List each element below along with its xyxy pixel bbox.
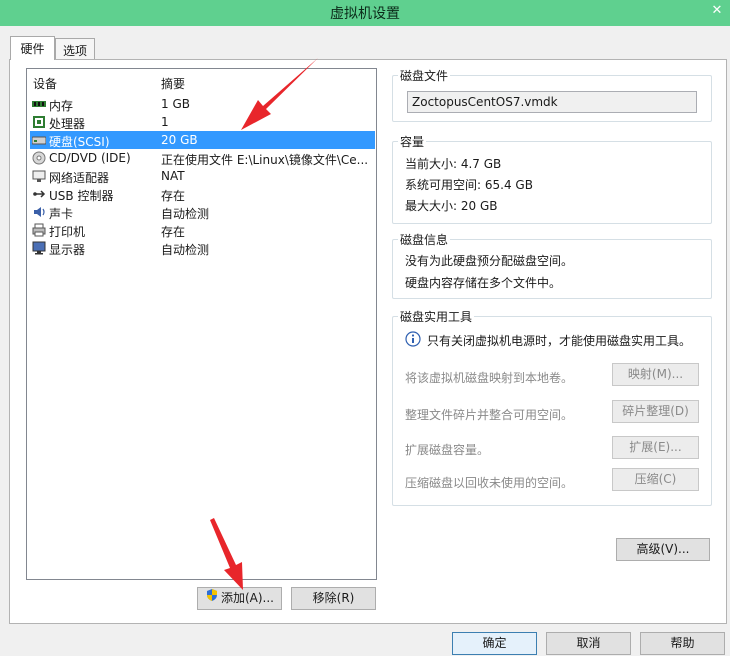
device-name: 显示器 <box>49 243 86 257</box>
device-summary: 1 GB <box>161 97 190 111</box>
disk-file-group: 磁盘文件 ZoctopusCentOS7.vmdk <box>392 67 712 122</box>
close-button[interactable]: ✕ <box>704 0 730 22</box>
tab-hardware[interactable]: 硬件 <box>10 36 55 60</box>
device-row-usb-controller[interactable]: USB 控制器 存在 <box>30 185 375 203</box>
device-summary: 正在使用文件 E:\Linux\镜像文件\Ce... <box>161 153 369 167</box>
device-name: 打印机 <box>49 225 86 239</box>
dialog-body: 硬件 选项 设备 摘要 内存 1 GB 处理器 1 硬盘(SCSI) 20 GB… <box>0 26 730 656</box>
disk-info-group: 磁盘信息 没有为此硬盘预分配磁盘空间。 硬盘内容存储在多个文件中。 <box>392 231 712 299</box>
device-row-cd-dvd[interactable]: CD/DVD (IDE) 正在使用文件 E:\Linux\镜像文件\Ce... <box>30 149 375 167</box>
device-summary: 存在 <box>161 189 186 203</box>
disk-file-path-field[interactable]: ZoctopusCentOS7.vmdk <box>407 91 697 113</box>
display-icon <box>32 241 46 255</box>
expand-disk-button[interactable]: 扩展(E)... <box>612 436 699 459</box>
disk-file-group-title: 磁盘文件 <box>398 67 451 84</box>
column-header-summary[interactable]: 摘要 <box>161 75 185 92</box>
device-list[interactable]: 设备 摘要 内存 1 GB 处理器 1 硬盘(SCSI) 20 GB CD/DV… <box>26 68 377 580</box>
device-name: 硬盘(SCSI) <box>49 135 110 149</box>
hardware-tab-panel: 设备 摘要 内存 1 GB 处理器 1 硬盘(SCSI) 20 GB CD/DV… <box>9 59 727 624</box>
device-name: USB 控制器 <box>49 189 114 203</box>
device-summary: 自动检测 <box>161 243 210 257</box>
remove-device-button[interactable]: 移除(R) <box>291 587 376 610</box>
defragment-label: 整理文件碎片并整合可用空间。 <box>405 408 574 422</box>
close-icon: ✕ <box>711 3 723 18</box>
uac-shield-icon <box>205 588 219 609</box>
processor-icon <box>32 115 46 129</box>
map-disk-button[interactable]: 映射(M)... <box>612 363 699 386</box>
compact-disk-button[interactable]: 压缩(C) <box>612 468 699 491</box>
system-free-space-text: 系统可用空间: 65.4 GB <box>405 178 533 192</box>
device-row-network-adapter[interactable]: 网络适配器 NAT <box>30 167 375 185</box>
window-title: 虚拟机设置 <box>330 6 400 22</box>
ok-button[interactable]: 确定 <box>452 632 537 655</box>
expand-disk-label: 扩展磁盘容量。 <box>405 443 490 457</box>
advanced-button[interactable]: 高级(V)... <box>616 538 710 561</box>
device-list-header: 设备 摘要 <box>27 75 376 93</box>
device-summary: 自动检测 <box>161 207 210 221</box>
device-summary: 1 <box>161 115 169 129</box>
device-name: 内存 <box>49 99 74 113</box>
device-summary: 20 GB <box>161 133 198 147</box>
device-row-printer[interactable]: 打印机 存在 <box>30 221 375 239</box>
max-size-text: 最大大小: 20 GB <box>405 199 498 213</box>
column-header-device[interactable]: 设备 <box>33 75 57 92</box>
device-name: 声卡 <box>49 207 74 221</box>
device-row-processor[interactable]: 处理器 1 <box>30 113 375 131</box>
capacity-group-title: 容量 <box>398 133 427 150</box>
device-summary: 存在 <box>161 225 186 239</box>
disk-utilities-notice: 只有关闭虚拟机电源时，才能使用磁盘实用工具。 <box>427 334 692 348</box>
hard-disk-icon <box>31 133 47 147</box>
printer-icon <box>32 223 46 237</box>
info-icon <box>405 331 421 350</box>
disk-utilities-group: 磁盘实用工具 只有关闭虚拟机电源时，才能使用磁盘实用工具。 将该虚拟机磁盘映射到… <box>392 308 712 506</box>
compact-disk-label: 压缩磁盘以回收未使用的空间。 <box>405 476 574 490</box>
title-bar[interactable]: 虚拟机设置 ✕ <box>0 0 730 26</box>
disk-utilities-group-title: 磁盘实用工具 <box>398 308 475 325</box>
memory-icon <box>32 97 46 111</box>
device-row-display[interactable]: 显示器 自动检测 <box>30 239 375 257</box>
usb-icon <box>32 187 46 201</box>
defragment-button[interactable]: 碎片整理(D) <box>612 400 699 423</box>
help-button[interactable]: 帮助 <box>640 632 725 655</box>
disk-info-line-2: 硬盘内容存储在多个文件中。 <box>405 276 562 290</box>
device-name: 处理器 <box>49 117 86 131</box>
tab-options[interactable]: 选项 <box>55 38 95 60</box>
disk-info-line-1: 没有为此硬盘预分配磁盘空间。 <box>405 254 574 268</box>
cd-dvd-icon <box>32 151 46 165</box>
disk-info-group-title: 磁盘信息 <box>398 231 451 248</box>
add-device-button[interactable]: 添加(A)... <box>197 587 282 610</box>
cancel-button[interactable]: 取消 <box>546 632 631 655</box>
device-name: CD/DVD (IDE) <box>49 151 131 165</box>
device-row-sound-card[interactable]: 声卡 自动检测 <box>30 203 375 221</box>
network-adapter-icon <box>32 169 46 183</box>
current-size-text: 当前大小: 4.7 GB <box>405 157 502 171</box>
device-row-memory[interactable]: 内存 1 GB <box>30 95 375 113</box>
sound-card-icon <box>32 205 46 219</box>
add-device-button-label: 添加(A)... <box>220 591 275 605</box>
capacity-group: 容量 当前大小: 4.7 GB 系统可用空间: 65.4 GB 最大大小: 20… <box>392 133 712 224</box>
device-name: 网络适配器 <box>49 171 110 185</box>
device-summary: NAT <box>161 169 185 183</box>
device-row-hard-disk[interactable]: 硬盘(SCSI) 20 GB <box>30 131 375 149</box>
map-disk-label: 将该虚拟机磁盘映射到本地卷。 <box>405 371 574 385</box>
